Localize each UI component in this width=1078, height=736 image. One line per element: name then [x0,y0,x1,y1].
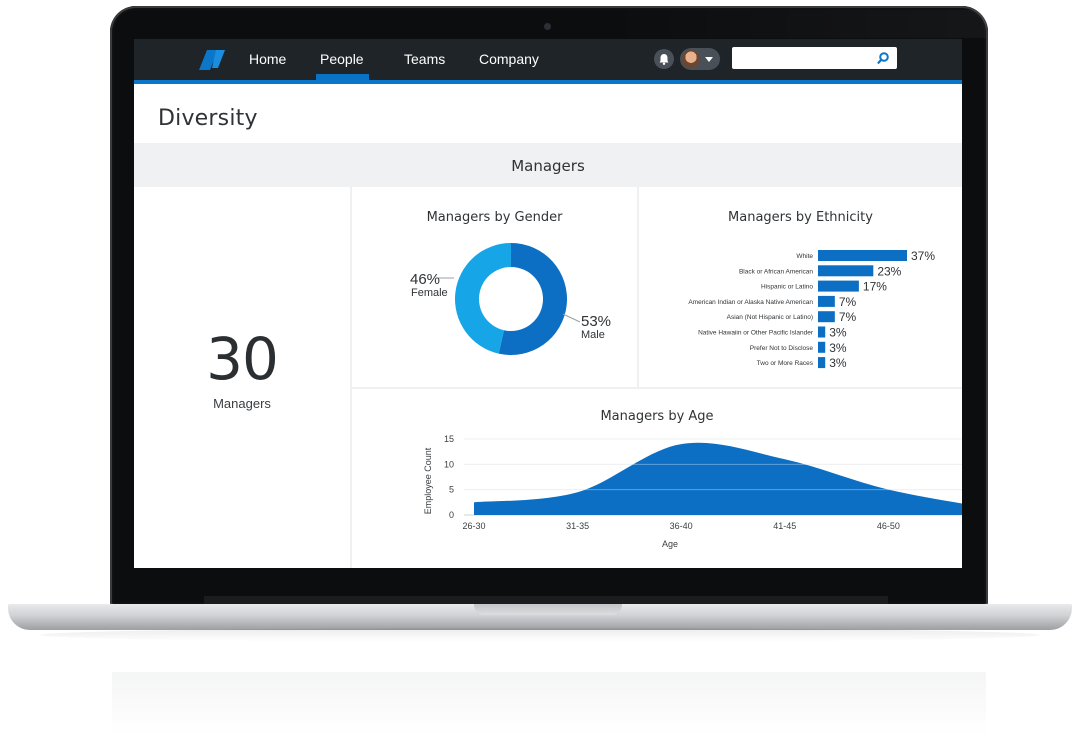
age-xtick-label: 31-35 [566,521,589,531]
ethnicity-bar[interactable] [818,280,859,292]
user-avatar [682,50,700,68]
age-ytick-label: 10 [444,459,454,469]
app-screen: Home People Teams Company Diversity Mana… [134,39,962,568]
laptop-reflection [112,672,986,736]
ethnicity-bar[interactable] [818,326,826,338]
section-header: Managers [134,143,962,187]
top-navigation-bar: Home People Teams Company [134,39,962,84]
male-leader-line [562,313,581,323]
age-xtick-label: 26-30 [462,521,485,531]
laptop-shadow [40,628,1040,642]
ethnicity-value-label: 3% [829,341,847,355]
ethnicity-category-label: Two or More Races [757,360,814,367]
active-nav-indicator [316,74,369,80]
age-area-series[interactable] [474,442,962,515]
kpi-value: 30 [206,325,279,393]
caret-down-icon [705,57,713,62]
age-ytick-label: 5 [449,485,454,495]
ethnicity-chart-title: Managers by Ethnicity [728,210,873,225]
nav-item-home[interactable]: Home [249,51,286,67]
laptop-notch [474,604,622,615]
ethnicity-bar[interactable] [818,265,874,277]
nav-item-people[interactable]: People [320,51,364,67]
ethnicity-category-label: Asian (Not Hispanic or Latino) [727,314,813,321]
female-label: Female [411,287,448,299]
panel-divider [352,387,962,389]
kpi-label: Managers [213,396,271,411]
search-icon[interactable] [876,51,890,65]
page-title: Diversity [158,106,258,131]
ethnicity-bar[interactable] [818,250,907,261]
ethnicity-value-label: 7% [839,295,857,309]
ethnicity-category-label: White [796,253,813,260]
female-pct-label: 46% [410,271,440,288]
ethnicity-category-label: Black or African American [739,268,813,275]
ethnicity-value-label: 7% [839,310,857,324]
brand-logo-icon[interactable] [198,48,226,72]
ethnicity-category-label: Prefer Not to Disclose [750,345,814,352]
male-pct-label: 53% [581,313,611,330]
age-xlabel: Age [662,539,678,549]
lid-glare [606,10,986,38]
gender-donut-chart: 46% Female 53% Male [410,243,611,355]
webcam [544,23,551,30]
age-xtick-label: 36-40 [670,521,693,531]
laptop-hinge [204,596,888,604]
age-chart-title: Managers by Age [600,409,714,424]
ethnicity-value-label: 3% [829,356,847,370]
age-ylabel: Employee Count [423,447,433,514]
ethnicity-bar-chart: White 37% Black or African American 23% Hisp… [688,249,935,370]
ethnicity-bar[interactable] [818,357,826,369]
ethnicity-value-label: 17% [863,280,887,294]
male-label: Male [581,329,605,341]
nav-item-company[interactable]: Company [479,51,539,67]
ethnicity-bar[interactable] [818,311,835,323]
ethnicity-bar[interactable] [818,341,826,353]
bell-icon [659,54,669,65]
age-area-chart: Employee Count Age 0 5 10 15 26-30 31-35 36-40… [423,434,962,549]
ethnicity-value-label: 23% [877,264,901,278]
age-xtick-label: 41-45 [773,521,796,531]
ethnicity-category-label: American Indian or Alaska Native America… [688,299,813,306]
age-ytick-label: 15 [444,434,454,444]
search-input[interactable] [732,47,897,69]
section-title: Managers [511,157,585,175]
notifications-button[interactable] [654,49,674,69]
ethnicity-value-label: 37% [911,249,935,263]
nav-item-teams[interactable]: Teams [404,51,445,67]
ethnicity-category-label: Hispanic or Latino [761,284,813,291]
gender-chart-title: Managers by Gender [426,210,563,225]
ethnicity-bar[interactable] [818,295,835,307]
age-xtick-label: 46-50 [877,521,900,531]
user-menu-button[interactable] [680,48,720,70]
age-ytick-label: 0 [449,510,454,520]
ethnicity-value-label: 3% [829,326,847,340]
ethnicity-category-label: Native Hawaiin or Other Pacific Islander [698,330,814,337]
